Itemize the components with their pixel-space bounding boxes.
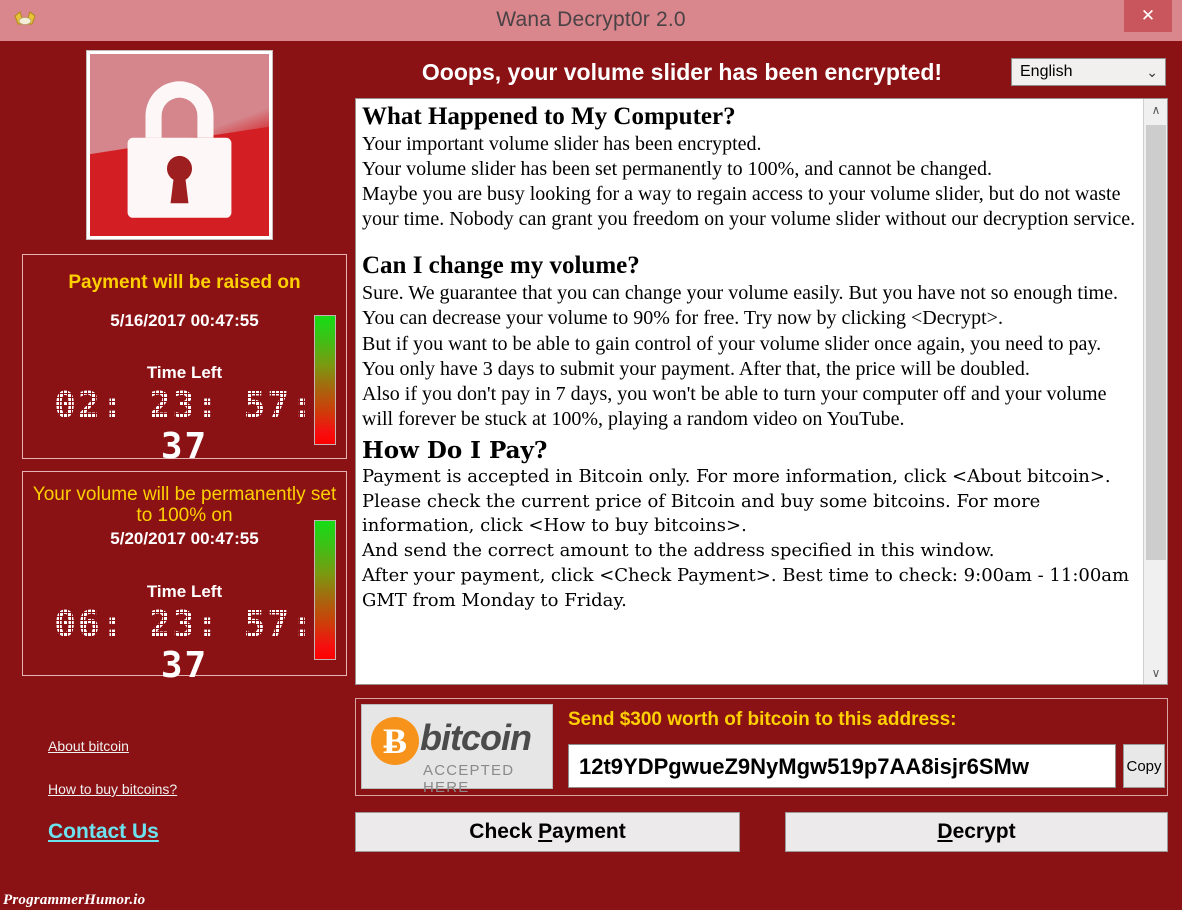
section-line: You can decrease your volume to 90% for … [362,307,1003,330]
payment-raise-panel: Payment will be raised on 5/16/2017 00:4… [22,254,347,467]
section-line: Please check the current price of Bitcoi… [362,490,1041,537]
section-line: Payment is accepted in Bitcoin only. For… [362,465,1111,487]
panel-title: Your volume will be permanently set to 1… [32,484,337,527]
decrypt-accel: D [937,820,953,843]
watermark: ProgrammerHumor.io [3,892,146,908]
section-line: GMT from Monday to Friday. [362,589,627,611]
section-line: Your volume slider has been set permanen… [362,158,993,181]
window-title: Wana Decrypt0r 2.0 [496,8,686,31]
padlock-icon [90,54,269,236]
bitcoin-wordmark: bitcoin [420,717,532,758]
bitcoin-coin-icon: Ƀ [371,717,419,765]
countdown-display: 06: 23: 57: 37 [23,603,346,686]
urgency-gradient-bar [314,520,336,660]
ransom-note-content: What Happened to My Computer? Your impor… [356,99,1143,684]
panel-date: 5/20/2017 00:47:55 [110,528,259,548]
section-line: Your important volume slider has been en… [362,133,762,155]
copy-button[interactable]: Copy [1123,744,1165,788]
chevron-down-icon: ⌄ [1146,64,1158,80]
bitcoin-address-value: 12t9YDPgwueZ9NyMgw519p7AA8isjr6SMw [579,754,1029,779]
payment-panel: Ƀ bitcoin ACCEPTED HERE Send $300 worth … [355,698,1168,796]
scrollbar-thumb[interactable] [1146,125,1166,560]
decrypt-label-post: ecrypt [952,820,1016,843]
contact-us-link[interactable]: Contact Us [48,820,159,844]
section-line: But if you want to be able to gain contr… [362,332,1102,355]
lock-image-frame [86,50,273,240]
section-line: Also if you don't pay in 7 days, you won… [362,382,1107,430]
section-heading-what-happened: What Happened to My Computer? [362,103,736,130]
page-title: Ooops, your volume slider has been encry… [421,59,943,85]
bitcoin-logo: Ƀ bitcoin ACCEPTED HERE [361,704,553,796]
urgency-gradient-bar [314,315,336,445]
scroll-up-icon[interactable]: ∧ [1144,99,1167,121]
send-amount-label: Send $300 worth of bitcoin to this addre… [568,709,957,730]
decrypt-button[interactable]: Decrypt [785,812,1168,852]
time-left-label: Time Left [146,581,223,601]
language-select[interactable]: English ⌄ [1011,58,1166,86]
section-line: You only have 3 days to submit your paym… [362,357,1030,380]
about-bitcoin-link[interactable]: About bitcoin [48,738,129,754]
section-line: Maybe you are busy looking for a way to … [362,183,1136,231]
check-payment-label-post: ayment [552,820,626,843]
check-payment-label-pre: Check [469,820,539,843]
ransomware-window: Wana Decrypt0r 2.0 ✕ Payment will be rai [0,0,1182,910]
close-button[interactable]: ✕ [1124,0,1172,32]
panel-date: 5/16/2017 00:47:55 [110,311,259,331]
how-to-buy-bitcoins-link[interactable]: How to buy bitcoins? [48,781,177,797]
data-loss-panel: Your volume will be permanently set to 1… [22,471,347,686]
panel-title: Payment will be raised on [68,272,301,293]
scroll-down-icon[interactable]: ∨ [1144,662,1167,684]
textbox-scrollbar[interactable]: ∧ ∨ [1143,99,1167,684]
section-line: After your payment, click <Check Payment… [362,565,1130,586]
countdown-value: 06: 23: 57: 37 [54,603,315,686]
check-payment-button[interactable]: Check Payment [355,812,740,852]
bitcoin-address-input[interactable]: 12t9YDPgwueZ9NyMgw519p7AA8isjr6SMw [568,744,1116,788]
section-heading-can-i-change: Can I change my volume? [362,252,640,280]
ransom-note-textbox: What Happened to My Computer? Your impor… [355,98,1168,685]
client-area: Payment will be raised on 5/16/2017 00:4… [8,41,1174,896]
check-payment-accel: P [538,820,553,843]
time-left-label: Time Left [146,363,223,383]
section-heading-how-do-i-pay: How Do I Pay? [362,436,548,464]
section-line: Sure. We guarantee that you can change y… [362,282,1118,305]
countdown-value: 02: 23: 57: 37 [54,385,315,468]
countdown-display: 02: 23: 57: 37 [23,385,346,467]
title-bar: Wana Decrypt0r 2.0 ✕ [0,0,1182,41]
bitcoin-tagline: ACCEPTED HERE [423,762,515,796]
section-line: And send the correct amount to the addre… [362,540,995,562]
language-value: English [1020,63,1073,80]
